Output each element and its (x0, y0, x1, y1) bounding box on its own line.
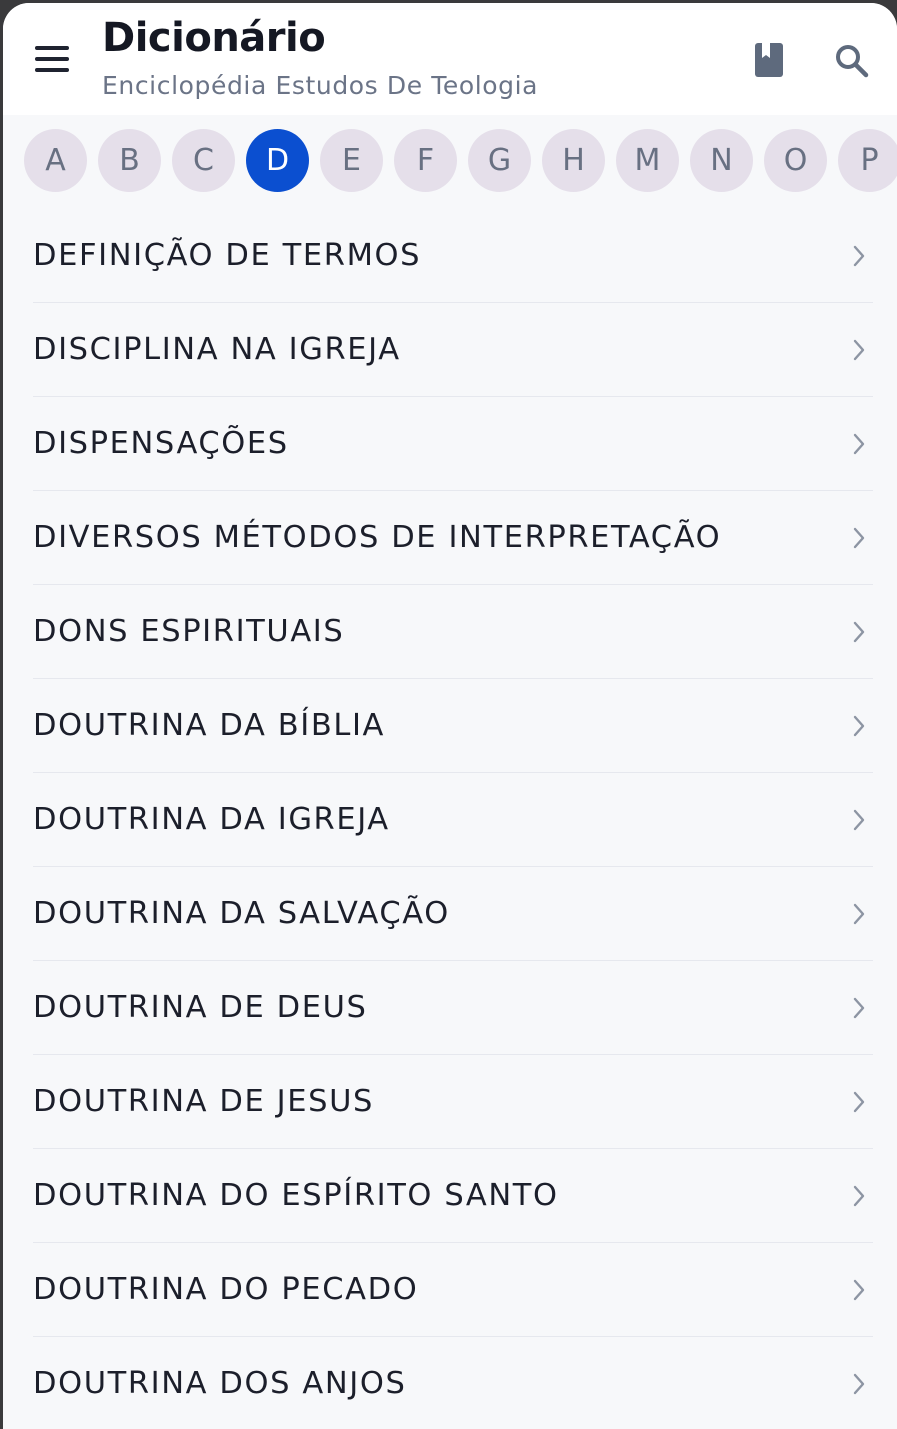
menu-icon[interactable] (33, 43, 71, 75)
chevron-right-icon (853, 1185, 865, 1207)
list-item[interactable]: DOUTRINA DA BÍBLIA (3, 679, 897, 773)
letter-chip-h[interactable]: H (542, 129, 605, 192)
app-bar: Dicionário Enciclopédia Estudos De Teolo… (3, 3, 897, 115)
chevron-right-icon (853, 339, 865, 361)
list-item-label: DOUTRINA DA BÍBLIA (33, 708, 386, 743)
chevron-right-icon (853, 527, 865, 549)
letter-chip-e[interactable]: E (320, 129, 383, 192)
letter-chip-a[interactable]: A (24, 129, 87, 192)
list-item[interactable]: DOUTRINA DE DEUS (3, 961, 897, 1055)
list-item[interactable]: DEFINIÇÃO DE TERMOS (3, 209, 897, 303)
list-item[interactable]: DOUTRINA DO ESPÍRITO SANTO (3, 1149, 897, 1243)
alphabet-filter: ABCDEFGHMNOP (3, 115, 897, 209)
letter-chip-b[interactable]: B (98, 129, 161, 192)
letter-chip-d[interactable]: D (246, 129, 309, 192)
list-item[interactable]: DIVERSOS MÉTODOS DE INTERPRETAÇÃO (3, 491, 897, 585)
term-list: DEFINIÇÃO DE TERMOS DISCIPLINA NA IGREJA D… (3, 209, 897, 1429)
list-item-label: DONS ESPIRITUAIS (33, 614, 345, 649)
chevron-right-icon (853, 1091, 865, 1113)
list-item-label: DOUTRINA DA SALVAÇÃO (33, 896, 450, 931)
chevron-right-icon (853, 433, 865, 455)
app-screen: Dicionário Enciclopédia Estudos De Teolo… (3, 3, 897, 1429)
list-item[interactable]: DOUTRINA DA IGREJA (3, 773, 897, 867)
list-item-label: DOUTRINA DE DEUS (33, 990, 368, 1025)
chevron-right-icon (853, 1373, 865, 1395)
list-item[interactable]: DONS ESPIRITUAIS (3, 585, 897, 679)
list-item-label: DOUTRINA DA IGREJA (33, 802, 390, 837)
list-item[interactable]: DISCIPLINA NA IGREJA (3, 303, 897, 397)
letter-chip-c[interactable]: C (172, 129, 235, 192)
page-title: Dicionário (102, 15, 326, 61)
chevron-right-icon (853, 1279, 865, 1301)
letter-chip-m[interactable]: M (616, 129, 679, 192)
letter-chip-p[interactable]: P (838, 129, 897, 192)
book-icon[interactable] (749, 39, 789, 81)
list-item-label: DOUTRINA DO PECADO (33, 1272, 419, 1307)
chevron-right-icon (853, 245, 865, 267)
letter-chip-n[interactable]: N (690, 129, 753, 192)
list-item-label: DOUTRINA DOS ANJOS (33, 1366, 407, 1401)
chevron-right-icon (853, 997, 865, 1019)
list-item-label: DIVERSOS MÉTODOS DE INTERPRETAÇÃO (33, 520, 722, 555)
list-item[interactable]: DOUTRINA DO PECADO (3, 1243, 897, 1337)
chevron-right-icon (853, 903, 865, 925)
list-item-label: DISCIPLINA NA IGREJA (33, 332, 401, 367)
chevron-right-icon (853, 809, 865, 831)
list-item[interactable]: DOUTRINA DOS ANJOS (3, 1337, 897, 1429)
letter-chip-f[interactable]: F (394, 129, 457, 192)
list-item[interactable]: DISPENSAÇÕES (3, 397, 897, 491)
list-item-label: DISPENSAÇÕES (33, 426, 289, 461)
letter-chip-o[interactable]: O (764, 129, 827, 192)
list-item-label: DEFINIÇÃO DE TERMOS (33, 238, 422, 273)
list-item[interactable]: DOUTRINA DE JESUS (3, 1055, 897, 1149)
list-item[interactable]: DOUTRINA DA SALVAÇÃO (3, 867, 897, 961)
list-item-label: DOUTRINA DE JESUS (33, 1084, 374, 1119)
list-item-label: DOUTRINA DO ESPÍRITO SANTO (33, 1178, 559, 1213)
chevron-right-icon (853, 621, 865, 643)
search-icon[interactable] (831, 39, 871, 81)
page-subtitle: Enciclopédia Estudos De Teologia (102, 71, 539, 100)
letter-chip-g[interactable]: G (468, 129, 531, 192)
chevron-right-icon (853, 715, 865, 737)
